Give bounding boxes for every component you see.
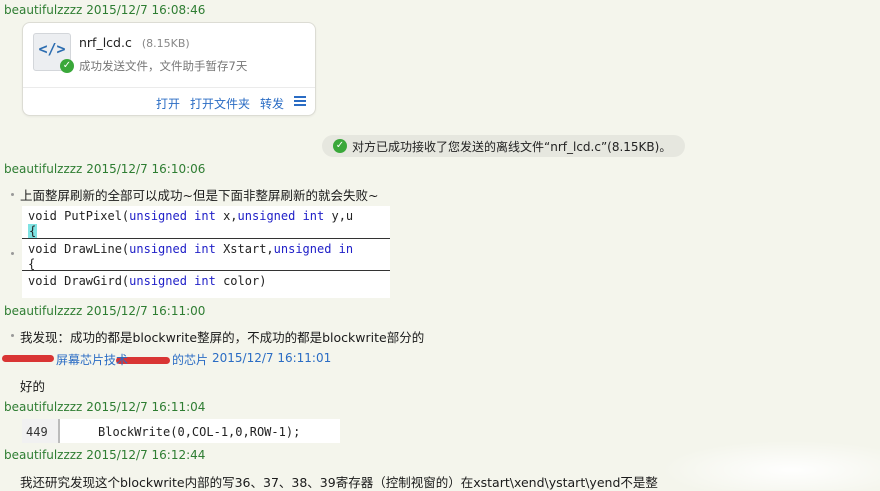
file-transfer-card: </> ✓ nrf_lcd.c (8.15KB) 成功发送文件，文件助手暂存7天… (22, 22, 316, 116)
code-line: void DrawGird(unsigned int color) (28, 274, 267, 288)
message-text: 上面整屏刷新的全部可以成功~但是下面非整屏刷新的就会失败~ (20, 188, 379, 203)
message-text: 我还研究发现这个blockwrite内部的写36、37、38、39寄存器（控制视… (20, 475, 658, 490)
message-header: beautifulzzzz 2015/12/7 16:12:44 (4, 448, 205, 462)
message-time: 2015/12/7 16:10:06 (86, 162, 206, 176)
sender-name[interactable]: 屏幕芯片技术 (56, 351, 128, 368)
card-divider (23, 87, 315, 88)
message-header: beautifulzzzz 2015/12/7 16:08:46 (4, 3, 205, 17)
code-line: { (28, 224, 38, 238)
code-snippet-image: void PutPixel(unsigned int x,unsigned in… (22, 206, 390, 298)
file-size: (8.15KB) (141, 37, 190, 50)
line-number: 449 (26, 425, 48, 439)
forward-link[interactable]: 转发 (260, 95, 284, 112)
message-time: 2015/12/7 16:11:04 (86, 400, 206, 414)
message-header: beautifulzzzz 2015/12/7 16:10:06 (4, 162, 205, 176)
open-folder-link[interactable]: 打开文件夹 (190, 95, 250, 112)
file-name-row: nrf_lcd.c (8.15KB) (79, 35, 190, 50)
check-circle-icon: ✓ (60, 59, 74, 73)
code-line: BlockWrite(0,COL-1,0,ROW-1); (98, 425, 301, 439)
bullet (11, 193, 14, 196)
message-header: beautifulzzzz 2015/12/7 16:11:04 (4, 400, 205, 414)
bullet (11, 252, 14, 255)
message-time: 2015/12/7 16:08:46 (86, 3, 206, 17)
code-line: { (28, 257, 36, 271)
open-link[interactable]: 打开 (156, 95, 180, 112)
sender-name[interactable]: beautifulzzzz (4, 304, 82, 318)
message-text: 我发现：成功的都是blockwrite整屏的，不成功的都是blockwrite部… (20, 330, 425, 345)
sender-name-tail[interactable]: 的芯片 (172, 351, 208, 368)
message-text: 好的 (20, 379, 46, 394)
code-separator (22, 270, 390, 271)
code-line: void DrawLine(unsigned int Xstart,unsign… (28, 242, 354, 256)
message-time: 2015/12/7 16:11:01 (212, 351, 332, 365)
bullet (11, 334, 14, 337)
message-time: 2015/12/7 16:12:44 (86, 448, 206, 462)
notice-text: 对方已成功接收了您发送的离线文件“nrf_lcd.c”(8.15KB)。 (352, 140, 672, 154)
message-header: beautifulzzzz 2015/12/7 16:11:00 (4, 304, 205, 318)
message-time: 2015/12/7 16:11:00 (86, 304, 206, 318)
code-snippet-image: 449 BlockWrite(0,COL-1,0,ROW-1); (22, 419, 340, 443)
file-status: 成功发送文件，文件助手暂存7天 (79, 59, 248, 73)
menu-icon[interactable] (294, 96, 306, 106)
sender-name[interactable]: beautifulzzzz (4, 400, 82, 414)
system-notice: ✓ 对方已成功接收了您发送的离线文件“nrf_lcd.c”(8.15KB)。 (322, 135, 685, 157)
file-name[interactable]: nrf_lcd.c (79, 35, 132, 50)
check-circle-icon: ✓ (333, 139, 347, 153)
code-line: void PutPixel(unsigned int x,unsigned in… (28, 209, 354, 223)
redaction-mark (2, 355, 54, 362)
sender-name[interactable]: beautifulzzzz (4, 162, 82, 176)
sender-name[interactable]: beautifulzzzz (4, 3, 82, 17)
sender-name[interactable]: beautifulzzzz (4, 448, 82, 462)
code-separator (22, 238, 390, 239)
glare-overlay (660, 440, 880, 490)
